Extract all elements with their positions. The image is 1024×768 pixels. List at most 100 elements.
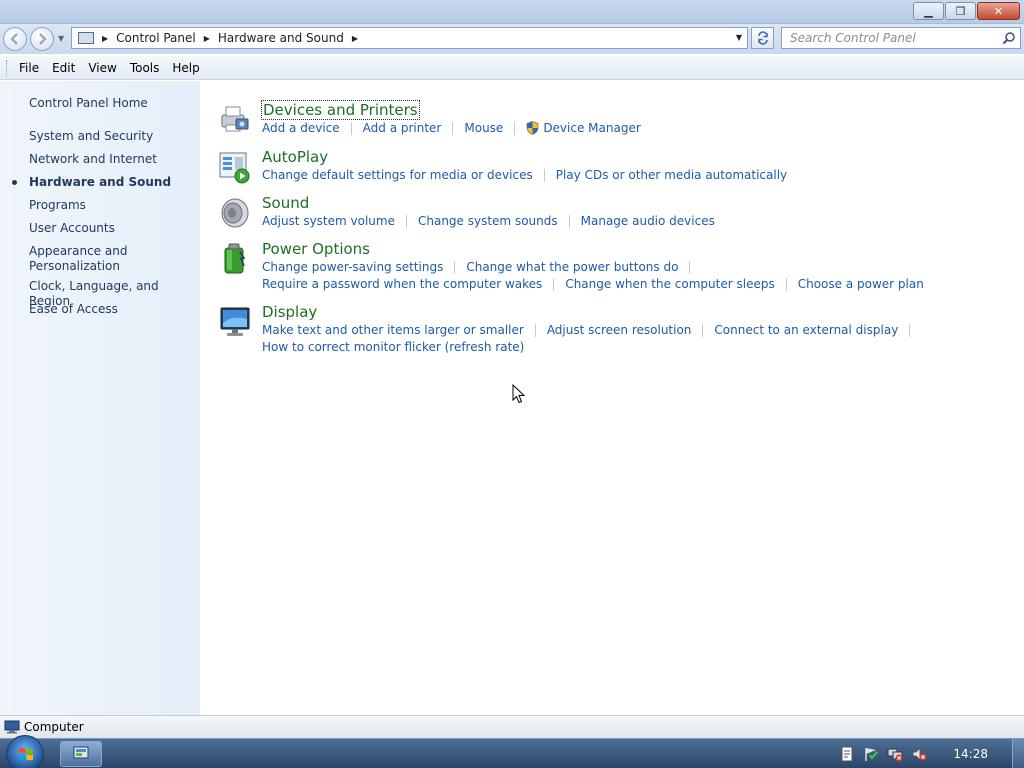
change-system-sounds-link[interactable]: Change system sounds [418,214,558,228]
nav-hardware-and-sound[interactable]: Hardware and Sound [29,175,171,190]
action-center-flag-icon[interactable] [863,746,879,762]
arrow-right-icon [39,33,47,45]
breadcrumb-control-panel[interactable]: Control Panel [116,31,196,45]
autoplay-link[interactable]: AutoPlay [262,148,328,166]
change-default-media-settings-link[interactable]: Change default settings for media or dev… [262,168,533,182]
require-password-on-wake-link[interactable]: Require a password when the computer wak… [262,277,542,291]
link-separator [553,277,555,291]
battery-icon[interactable] [218,242,252,276]
link-separator [350,121,352,135]
search-box[interactable] [781,27,1021,49]
status-text: Computer [24,720,84,734]
sound-link[interactable]: Sound [262,194,309,212]
link-separator [702,323,704,337]
mouse-cursor-icon [512,384,526,404]
arrow-left-icon [10,33,18,45]
make-text-larger-link[interactable]: Make text and other items larger or smal… [262,323,524,337]
menu-tools[interactable]: Tools [130,61,160,75]
windows-logo-icon [19,747,33,761]
nav-appearance-and-personalization[interactable]: Appearance and Personalization [29,244,127,274]
adjust-screen-resolution-link[interactable]: Adjust screen resolution [547,323,692,337]
left-navigation-pane: Control Panel Home System and Security N… [0,81,200,715]
change-power-saving-settings-link[interactable]: Change power-saving settings [262,260,443,274]
devices-and-printers-link[interactable]: Devices and Printers [261,100,420,120]
change-sleep-time-link[interactable]: Change when the computer sleeps [565,277,774,291]
address-bar[interactable]: ▶ Control Panel ▶ Hardware and Sound ▶ ▼ [71,27,748,49]
close-button[interactable]: ✕ [977,2,1020,20]
connect-external-display-link[interactable]: Connect to an external display [714,323,898,337]
add-a-printer-link[interactable]: Add a printer [363,121,442,135]
breadcrumb-hardware-and-sound[interactable]: Hardware and Sound [218,31,344,45]
nav-user-accounts[interactable]: User Accounts [29,221,115,236]
link-separator [514,121,516,135]
status-bar: Computer [0,715,1024,738]
link-separator [543,168,545,182]
nav-system-and-security[interactable]: System and Security [29,129,153,144]
nav-control-panel-home[interactable]: Control Panel Home [29,96,148,111]
maximize-button[interactable]: ❐ [945,2,976,20]
window-title-bar: ▁ ❐ ✕ [0,0,1024,24]
display-link[interactable]: Display [262,303,317,321]
menu-grip [6,60,9,76]
link-separator [452,121,454,135]
back-button[interactable] [3,27,27,51]
sound-tasks: Adjust system volume Change system sound… [262,214,715,228]
volume-muted-icon[interactable] [911,746,927,762]
add-a-device-link[interactable]: Add a device [262,121,340,135]
devices-and-printers-tasks: Add a device Add a printer Mouse Device … [262,121,641,135]
manage-audio-devices-link[interactable]: Manage audio devices [581,214,715,228]
control-panel-taskbar-icon [73,746,89,759]
search-icon[interactable] [1002,31,1016,45]
chevron-right-icon[interactable]: ▶ [102,34,108,43]
display-tasks-row-1: Make text and other items larger or smal… [262,323,921,337]
autoplay-icon[interactable] [218,150,252,184]
device-manager-link[interactable]: Device Manager [543,121,640,135]
mouse-link[interactable]: Mouse [464,121,503,135]
refresh-button[interactable] [751,27,774,49]
link-separator [534,323,536,337]
chevron-right-icon[interactable]: ▶ [204,34,210,43]
active-bullet-icon [12,180,17,185]
choose-power-plan-link[interactable]: Choose a power plan [798,277,924,291]
refresh-icon [757,31,768,45]
menu-edit[interactable]: Edit [52,61,75,75]
taskbar-control-panel-button[interactable] [60,741,102,767]
nav-network-and-internet[interactable]: Network and Internet [29,152,157,167]
nav-label-line-1: Appearance and [29,244,128,258]
speaker-icon[interactable] [218,196,252,230]
computer-icon [4,720,20,734]
power-options-tasks-row-2: Require a password when the computer wak… [262,277,924,291]
menu-file[interactable]: File [19,61,39,75]
nav-ease-of-access[interactable]: Ease of Access [29,302,118,317]
taskbar: 14:28 [0,735,1024,768]
power-options-link[interactable]: Power Options [262,240,370,258]
main-content: Devices and Printers Add a device Add a … [200,81,1024,715]
link-separator [785,277,787,291]
start-button[interactable] [6,735,44,768]
show-desktop-button[interactable] [1012,739,1024,768]
search-input[interactable] [782,28,992,48]
nav-label-line-2: Personalization [29,259,120,273]
network-disconnected-icon[interactable] [887,746,903,762]
forward-button[interactable] [30,27,54,51]
menu-view[interactable]: View [88,61,116,75]
display-tasks-row-2: How to correct monitor flicker (refresh … [262,340,524,354]
autoplay-tasks: Change default settings for media or dev… [262,168,787,182]
adjust-system-volume-link[interactable]: Adjust system volume [262,214,395,228]
system-tray: 14:28 [839,739,1024,768]
nav-programs[interactable]: Programs [29,198,86,213]
link-separator [405,214,407,228]
play-cds-automatically-link[interactable]: Play CDs or other media automatically [556,168,787,182]
chevron-right-icon[interactable]: ▶ [352,34,358,43]
menu-bar: File Edit View Tools Help [0,56,1024,80]
notes-icon[interactable] [839,746,855,762]
recent-pages-dropdown[interactable]: ▼ [58,34,64,43]
change-power-buttons-link[interactable]: Change what the power buttons do [466,260,678,274]
taskbar-clock[interactable]: 14:28 [953,747,988,761]
printer-icon[interactable] [218,101,252,135]
address-dropdown-icon[interactable]: ▼ [736,33,742,42]
monitor-icon[interactable] [218,305,252,339]
minimize-button[interactable]: ▁ [913,2,944,20]
menu-help[interactable]: Help [172,61,199,75]
correct-monitor-flicker-link[interactable]: How to correct monitor flicker (refresh … [262,340,524,354]
